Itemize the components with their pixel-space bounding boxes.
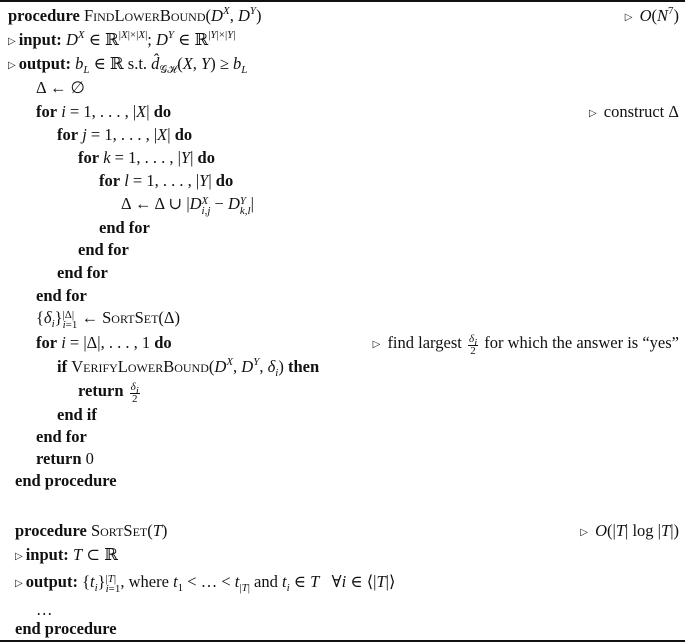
- algo-output-line: ▷ output: bL ∈ ℝ s.t. d̂𝒢ℋ(X, Y) ≥ bL: [8, 54, 248, 76]
- keyword-end-procedure: end procedure: [15, 471, 117, 490]
- keyword-procedure: procedure: [15, 521, 87, 540]
- keyword-end-for: end for: [57, 263, 108, 282]
- keyword-if: if: [57, 357, 68, 376]
- algo-line: for l = 1, . . . , |Y| do: [99, 171, 234, 190]
- keyword-end-procedure: end procedure: [15, 619, 117, 638]
- algo-line: for j = 1, . . . , |X| do: [57, 125, 193, 144]
- output-label: output:: [18, 54, 71, 73]
- algo-line: end if: [0, 403, 685, 427]
- algo-line: for i = |Δ|, . . . , 1 do ▷ find largest…: [36, 333, 679, 357]
- comment-triangle-icon: ▷: [588, 108, 597, 119]
- algo-line: return 0: [0, 447, 685, 471]
- keyword-do: do: [153, 102, 172, 121]
- keyword-return: return: [78, 381, 124, 400]
- keyword-return: return: [36, 449, 82, 468]
- comment-triangle-icon: ▷: [8, 60, 16, 71]
- complexity-comment: ▷ O(|T| log |T|): [580, 521, 679, 540]
- algo-line: end for: [0, 425, 685, 449]
- such-that-text: s.t.: [127, 54, 148, 73]
- algo-line: end for: [0, 284, 685, 308]
- keyword-end-for: end for: [99, 218, 150, 237]
- find-largest-comment: ▷ find largest δi 2 for which the answer …: [372, 333, 679, 357]
- return-value: 0: [85, 449, 94, 468]
- algo-line: end procedure: [0, 469, 685, 493]
- comment-text: for which the answer is “yes”: [484, 333, 679, 352]
- keyword-do: do: [154, 333, 172, 352]
- algo-line: if VerifyLowerBound(DX, DY, δi) then: [57, 356, 320, 379]
- keyword-do: do: [174, 125, 193, 144]
- input-label: input:: [18, 30, 62, 49]
- algo-line: end procedure: [0, 617, 685, 641]
- keyword-procedure: procedure: [8, 6, 80, 25]
- keyword-for: for: [99, 171, 121, 190]
- sortset-output-line: ▷ output: {ti} |T| i=1, where t1 < … < t|T|…: [15, 572, 396, 595]
- keyword-for: for: [36, 333, 58, 352]
- algo-line: end for: [0, 238, 685, 262]
- algo-line: for i = 1, . . . , |X| do ▷ construct Δ: [0, 100, 685, 124]
- keyword-for: for: [78, 148, 100, 167]
- comment-triangle-icon: ▷: [580, 527, 588, 538]
- comment-text: find largest: [387, 333, 462, 352]
- keyword-do: do: [215, 171, 234, 190]
- algo-line: {δi} |Δ| i=1 ← SortSet(Δ): [36, 308, 181, 331]
- procedure-name: FindLowerBound: [83, 6, 206, 25]
- input-label: input:: [25, 545, 69, 564]
- sortset-header-line: procedure SortSet(T) ▷ O(|T| log |T|): [0, 519, 685, 543]
- keyword-for: for: [57, 125, 79, 144]
- complexity-comment: ▷ O(N7): [624, 5, 679, 26]
- output-label: output:: [25, 572, 78, 591]
- procedure-name: SortSet: [90, 521, 148, 540]
- comment-triangle-icon: ▷: [8, 36, 16, 47]
- top-rule: [0, 0, 685, 2]
- where-text: where: [128, 572, 169, 591]
- comment-triangle-icon: ▷: [15, 551, 23, 562]
- comment-triangle-icon: ▷: [15, 578, 23, 589]
- sortset-input-line: ▷ input: T ⊂ ℝ: [15, 545, 118, 564]
- and-text: and: [254, 572, 278, 591]
- algo-header-line: procedure FindLowerBound(DX, DY) ▷ O(N7): [0, 4, 685, 28]
- keyword-do: do: [197, 148, 215, 167]
- algo-line: end for: [0, 261, 685, 285]
- algo-input-line: ▷ input: DX ∈ ℝ|X|×|X|; DY ∈ ℝ|Y|×|Y|: [8, 29, 236, 50]
- keyword-end-for: end for: [78, 240, 129, 259]
- algo-line: for k = 1, . . . , |Y| do: [78, 148, 215, 167]
- sortset-call: SortSet: [102, 308, 159, 327]
- comment-text: construct Δ: [603, 102, 679, 121]
- bottom-rule: [0, 640, 685, 642]
- comment-triangle-icon: ▷: [624, 12, 633, 23]
- keyword-then: then: [287, 357, 320, 376]
- keyword-end-for: end for: [36, 286, 87, 305]
- algo-line: end for: [0, 216, 685, 240]
- keyword-end-if: end if: [57, 405, 97, 424]
- keyword-end-for: end for: [36, 427, 87, 446]
- verify-call: VerifyLowerBound: [71, 357, 209, 376]
- algo-line: Δ ← Δ ∪ |D Xi,j − D Yk,l |: [121, 194, 254, 217]
- algo-line: Δ ← ∅: [36, 78, 85, 97]
- algo-line: return δi 2: [78, 381, 140, 405]
- keyword-for: for: [36, 102, 58, 121]
- comment-triangle-icon: ▷: [372, 339, 381, 350]
